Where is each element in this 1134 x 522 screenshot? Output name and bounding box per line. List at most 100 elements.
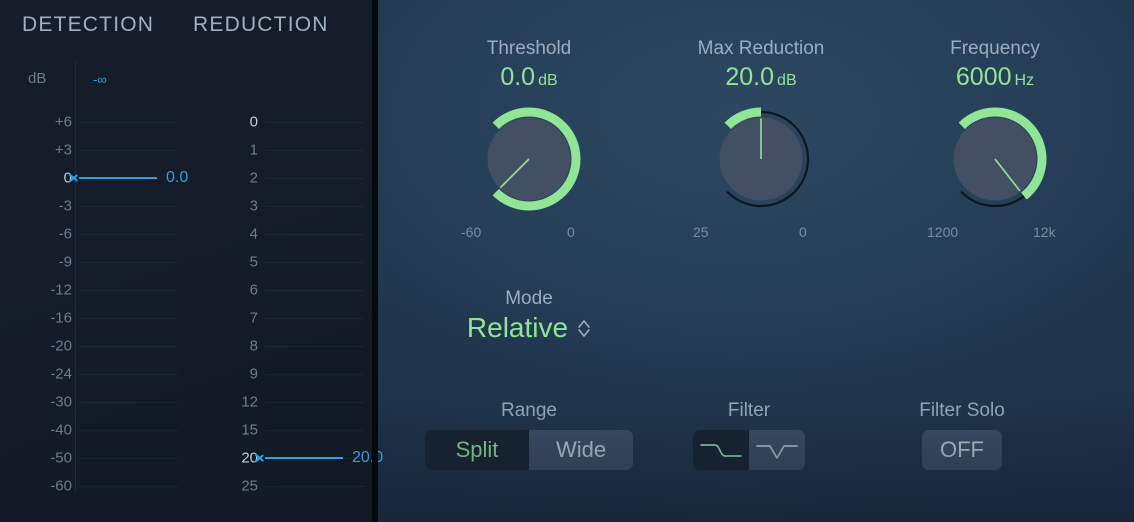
frequency-value-number: 6000	[956, 63, 1012, 91]
panel-divider	[372, 0, 378, 522]
meter-tick-label: -30	[50, 394, 72, 411]
filter-option-shelf-filter[interactable]	[693, 430, 749, 470]
range-label: Range	[414, 400, 644, 422]
meter-tick-label: -3	[59, 198, 72, 215]
meter-tick-label: 7	[250, 310, 258, 327]
frequency-scale-min-label: 1200	[927, 224, 958, 240]
meter-tick-label: 4	[250, 226, 258, 243]
range-option-split[interactable]: Split	[425, 430, 529, 470]
meter-tick-label: 6	[250, 282, 258, 299]
meters-panel: DETECTION REDUCTION dB -∞ +6+30-3-6-9-12…	[0, 0, 372, 522]
meter-gridline	[265, 486, 364, 487]
meter-gridline	[265, 346, 364, 347]
meter-tick-label: 12	[241, 394, 258, 411]
maxreduction-scale-max-label: 0	[799, 224, 807, 240]
meter-tick-label: 9	[250, 366, 258, 383]
mode-dropdown[interactable]: Relative	[467, 312, 591, 344]
mode-label: Mode	[434, 288, 624, 310]
meter-gridline	[265, 122, 364, 123]
threshold-knob-dial[interactable]	[471, 101, 587, 217]
meter-tick-label: 25	[241, 478, 258, 495]
shelf-filter-icon	[699, 437, 743, 463]
marker-chevron-icon	[68, 169, 79, 187]
threshold-knob-value: 0.0dB	[434, 63, 624, 92]
meter-gridline	[265, 234, 364, 235]
frequency-knob-group[interactable]: Frequency 6000Hz 1200 12k	[900, 38, 1090, 244]
mode-control: Mode Relative	[434, 288, 624, 344]
marker-line	[79, 177, 157, 179]
threshold-value-number: 0.0	[500, 63, 535, 91]
range-segmented-control: SplitWide	[425, 430, 633, 470]
reduction-scale: 01234567891215202520.0	[186, 0, 372, 522]
meter-tick-label: -16	[50, 310, 72, 327]
range-option-wide[interactable]: Wide	[529, 430, 633, 470]
meter-gridline	[79, 486, 178, 487]
threshold-knob-scale: -600	[434, 224, 624, 244]
meter-tick-label: +6	[55, 114, 72, 131]
filter-solo-label: Filter Solo	[872, 400, 1052, 422]
frequency-knob-title: Frequency	[900, 38, 1090, 60]
maxreduction-knob-scale: 25 0	[666, 224, 856, 244]
meter-gridline	[265, 318, 364, 319]
max-reduction-knob-group[interactable]: Max Reduction 20.0dB 25 0	[666, 38, 856, 244]
maxreduction-value-number: 20.0	[725, 63, 774, 91]
meter-tick-label: 1	[250, 142, 258, 159]
meter-tick-label: 3	[250, 198, 258, 215]
meter-gridline	[265, 290, 364, 291]
meter-tick-label: 2	[250, 170, 258, 187]
mode-value: Relative	[467, 312, 568, 344]
filter-segmented-control	[693, 430, 805, 470]
detection-meter[interactable]: dB -∞ +6+30-3-6-9-12-16-20-24-30-40-50-6…	[0, 0, 186, 522]
frequency-value-unit: Hz	[1015, 72, 1035, 89]
frequency-scale-max-label: 12k	[1033, 224, 1056, 240]
meter-gridline	[79, 458, 178, 459]
up-down-stepper-icon	[577, 319, 591, 338]
meter-gridline	[79, 150, 178, 151]
plugin-window: DETECTION REDUCTION dB -∞ +6+30-3-6-9-12…	[0, 0, 1134, 522]
range-control: Range SplitWide	[414, 400, 644, 470]
meter-gridline	[265, 262, 364, 263]
frequency-knob-scale: 1200 12k	[900, 224, 1090, 244]
filter-control: Filter	[690, 400, 808, 470]
reduction-meter[interactable]: dB 0.0 01234567891215202520.0	[186, 0, 372, 522]
maxreduction-scale-min-label: 25	[693, 224, 709, 240]
detection-scale: +6+30-3-6-9-12-16-20-24-30-40-50-600.0	[0, 0, 186, 522]
meter-gridline	[79, 318, 178, 319]
meter-gridline	[79, 290, 178, 291]
meter-gridline	[265, 178, 364, 179]
threshold-knob-title: Threshold	[434, 38, 624, 60]
meter-tick-label: 8	[250, 338, 258, 355]
maxreduction-knob-title: Max Reduction	[666, 38, 856, 60]
frequency-knob-dial[interactable]	[937, 101, 1053, 217]
meter-tick-label: -40	[50, 422, 72, 439]
meter-tick-label: 0	[250, 114, 258, 131]
filter-option-notch-filter[interactable]	[749, 430, 805, 470]
meter-gridline	[79, 346, 178, 347]
maxreduction-knob-value: 20.0dB	[666, 63, 856, 92]
meter-gridline	[79, 262, 178, 263]
meter-tick-label: -6	[59, 226, 72, 243]
meter-gridline	[265, 402, 364, 403]
marker-value-label: 0.0	[166, 169, 188, 187]
meter-gridline	[265, 430, 364, 431]
frequency-knob-value: 6000Hz	[900, 63, 1090, 92]
filter-label: Filter	[690, 400, 808, 422]
filter-solo-toggle-button[interactable]: OFF	[922, 430, 1002, 470]
meter-tick-label: -50	[50, 450, 72, 467]
meter-gridline	[79, 374, 178, 375]
threshold-knob-group[interactable]: Threshold 0.0dB -600	[434, 38, 624, 244]
maxreduction-knob-dial[interactable]	[703, 101, 819, 217]
marker-value-label: 20.0	[352, 449, 383, 467]
threshold-value-unit: dB	[538, 72, 558, 89]
marker-line	[265, 457, 343, 459]
meter-tick-label: 15	[241, 422, 258, 439]
meter-gridline	[265, 150, 364, 151]
meter-tick-label: +3	[55, 142, 72, 159]
marker-chevron-icon	[254, 449, 265, 467]
notch-filter-icon	[755, 437, 799, 463]
meter-tick-label: -24	[50, 366, 72, 383]
meter-gridline	[79, 402, 178, 403]
meter-tick-label: -20	[50, 338, 72, 355]
meter-gridline	[265, 374, 364, 375]
meter-tick-label: -12	[50, 282, 72, 299]
